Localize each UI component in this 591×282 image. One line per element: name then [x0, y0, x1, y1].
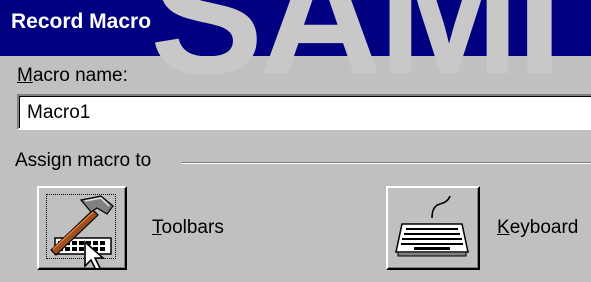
- mouse-pointer-icon: [84, 240, 106, 268]
- toolbars-label-rest: oolbars: [161, 217, 224, 238]
- group-divider: [182, 162, 591, 164]
- toolbars-mnemonic: T: [152, 217, 162, 238]
- macro-name-label-rest: acro name:: [32, 65, 128, 86]
- window-title: Record Macro: [11, 10, 152, 33]
- toolbars-label[interactable]: Toolbars: [152, 217, 224, 239]
- macro-name-label: Macro name:: [17, 65, 128, 87]
- toolbars-button[interactable]: [37, 186, 127, 270]
- keyboard-icon: [395, 195, 469, 257]
- macro-name-input[interactable]: Macro1: [17, 94, 591, 130]
- macro-name-value: Macro1: [27, 102, 91, 123]
- keyboard-label-rest: eyboard: [509, 217, 579, 238]
- macro-name-mnemonic: M: [17, 65, 33, 86]
- keyboard-label[interactable]: Keyboard: [497, 217, 578, 239]
- assign-macro-group-label: Assign macro to: [15, 150, 152, 171]
- keyboard-mnemonic: K: [497, 217, 510, 238]
- keyboard-button[interactable]: [386, 186, 480, 270]
